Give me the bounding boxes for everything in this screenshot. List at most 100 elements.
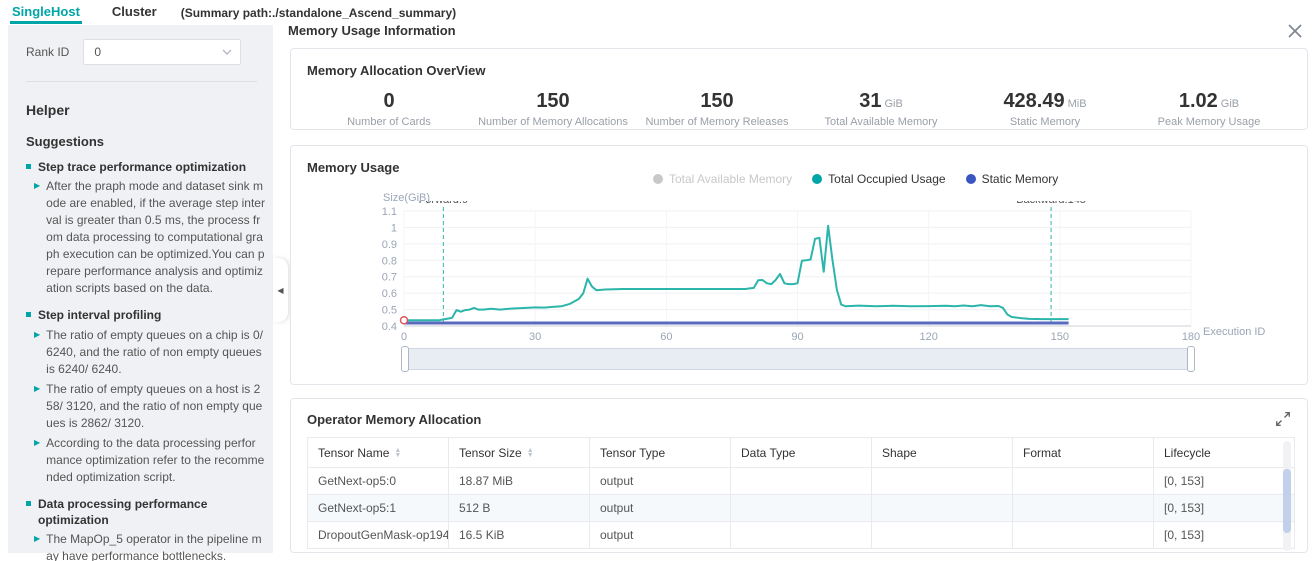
sort-icon[interactable]: ▲▼ [527, 448, 534, 458]
table-cell: 18.87 MiB [449, 468, 590, 495]
x-tick-label: 0 [401, 331, 407, 343]
stat-value: 150 [471, 90, 635, 113]
square-bullet-icon [26, 312, 31, 317]
slider-left-handle[interactable] [401, 346, 409, 372]
legend-item[interactable]: Total Available Memory [653, 172, 792, 186]
legend-item[interactable]: Static Memory [966, 172, 1059, 186]
table-scrollbar[interactable] [1283, 441, 1291, 551]
legend-label: Total Occupied Usage [828, 172, 945, 186]
memory-usage-chart[interactable]: 0.40.50.60.70.80.911.10306090120150180Fo… [369, 201, 1209, 346]
y-tick-label: 0.9 [382, 239, 397, 251]
stat-item: 428.49MiBStatic Memory [963, 90, 1127, 128]
suggestion-text: After the praph mode and dataset sink mo… [46, 178, 265, 297]
table-cell [872, 495, 1013, 522]
rank-id-select[interactable]: 0 [83, 39, 241, 65]
legend-label: Static Memory [982, 172, 1059, 186]
column-label: Tensor Name [318, 446, 389, 460]
stat-item: 150 Number of Memory Allocations [471, 90, 635, 128]
main-header: Memory Usage Information [288, 22, 1308, 42]
y-tick-label: 0.6 [382, 288, 397, 300]
table-cell [872, 468, 1013, 495]
top-tab-bar: SingleHost Cluster (Summary path:./stand… [0, 0, 1312, 24]
legend-dot-icon [812, 174, 822, 184]
suggestion-group-label: Data processing performance optimization [38, 496, 263, 528]
column-header[interactable]: Tensor Size ▲▼ [449, 438, 590, 468]
arrow-bullet-icon: ▶ [34, 435, 40, 450]
suggestion-item: ▶After the praph mode and dataset sink m… [34, 178, 265, 297]
table-cell: output [590, 522, 731, 549]
operator-table-title: Operator Memory Allocation [307, 412, 481, 427]
legend-item[interactable]: Total Occupied Usage [812, 172, 945, 186]
x-axis-title: Execution ID [1203, 326, 1265, 338]
memory-allocation-overview-panel: Memory Allocation OverView 0 Number of Ca… [290, 48, 1308, 130]
sidebar-collapse-handle[interactable]: ◀ [273, 258, 288, 322]
suggestion-item: ▶The ratio of empty queues on a host is … [34, 381, 265, 432]
stat-value: 0 [307, 90, 471, 113]
suggestion-group-title: Step interval profiling [26, 307, 263, 323]
sort-icon[interactable]: ▲▼ [394, 448, 401, 458]
suggestion-group-label: Step trace performance optimization [38, 159, 246, 175]
x-tick-label: 30 [529, 331, 541, 343]
stat-label: Number of Memory Allocations [471, 116, 635, 128]
chevron-down-icon [222, 49, 232, 55]
stat-value: 1.02GiB [1127, 90, 1291, 113]
x-tick-label: 150 [1051, 331, 1069, 343]
table-cell [731, 468, 872, 495]
suggestion-text: According to the data processing perform… [46, 435, 265, 486]
column-header[interactable]: Tensor Name ▲▼ [308, 438, 449, 468]
sidebar-divider [26, 81, 257, 82]
operator-table: Tensor Name▲▼Tensor Size▲▼Tensor TypeDat… [307, 437, 1295, 549]
suggestion-item: ▶ According to the data processing perfor… [34, 435, 265, 486]
helper-title: Helper [26, 102, 255, 118]
chart-legend: Total Available Memory Total Occupied Usa… [653, 172, 1078, 186]
table-cell: output [590, 495, 731, 522]
arrow-bullet-icon: ▶ [34, 531, 40, 546]
tab-cluster[interactable]: Cluster [110, 1, 159, 24]
summary-path: (Summary path:./standalone_Ascend_summar… [181, 5, 456, 20]
column-header: Lifecycle [1154, 438, 1295, 468]
table-scrollbar-thumb[interactable] [1283, 469, 1291, 533]
table-cell [1013, 468, 1154, 495]
stat-item: 0 Number of Cards [307, 90, 471, 128]
stat-label: Number of Cards [307, 116, 471, 128]
overview-title: Memory Allocation OverView [307, 63, 1291, 78]
series-total-occupied-usage [404, 226, 1069, 320]
y-tick-label: 0.7 [382, 272, 397, 284]
chart-range-slider[interactable] [404, 348, 1192, 370]
expand-icon[interactable] [1275, 411, 1291, 427]
column-label: Tensor Size [459, 446, 522, 460]
table-cell [1013, 495, 1154, 522]
stat-label: Number of Memory Releases [635, 116, 799, 128]
square-bullet-icon [26, 164, 31, 169]
column-header: Format [1013, 438, 1154, 468]
suggestion-item: ▶ The ratio of empty queues on a chip is … [34, 327, 265, 378]
arrow-bullet-icon: ▶ [34, 327, 40, 342]
memory-usage-panel: Memory Usage Total Available MemoryTotal… [290, 145, 1308, 385]
stat-label: Peak Memory Usage [1127, 116, 1291, 128]
legend-dot-icon [966, 174, 976, 184]
table-cell [731, 522, 872, 549]
x-tick-label: 60 [660, 331, 672, 343]
square-bullet-icon [26, 501, 31, 506]
suggestion-group-title: Data processing performance optimization [26, 496, 263, 528]
annotation-label: Forward:9 [419, 201, 469, 206]
table-row: GetNext-op5:018.87 MiBoutput[0, 153] [308, 468, 1295, 495]
table-row: GetNext-op5:1512 Boutput[0, 153] [308, 495, 1295, 522]
stat-item: 150Number of Memory Releases [635, 90, 799, 128]
legend-dot-icon [653, 174, 663, 184]
suggestion-group-label: Step interval profiling [38, 307, 161, 323]
tab-singlehost[interactable]: SingleHost [10, 1, 82, 24]
chevron-left-icon: ◀ [277, 286, 283, 295]
annotation-label: Backward:148 [1016, 201, 1086, 206]
stat-item: 1.02GiB Peak Memory Usage [1127, 90, 1291, 128]
column-label: Lifecycle [1164, 446, 1211, 460]
suggestion-text: The ratio of empty queues on a chip is 0… [46, 327, 265, 378]
close-icon[interactable] [1286, 22, 1304, 40]
column-label: Format [1023, 446, 1061, 460]
slider-right-handle[interactable] [1187, 346, 1195, 372]
x-tick-label: 120 [919, 331, 937, 343]
suggestion-group-title: Step trace performance optimization [26, 159, 263, 175]
table-cell: 512 B [449, 495, 590, 522]
stat-unit: GiB [884, 98, 902, 110]
suggestion-item: ▶The MapOp_5 operator in the pipeline ma… [34, 531, 265, 561]
